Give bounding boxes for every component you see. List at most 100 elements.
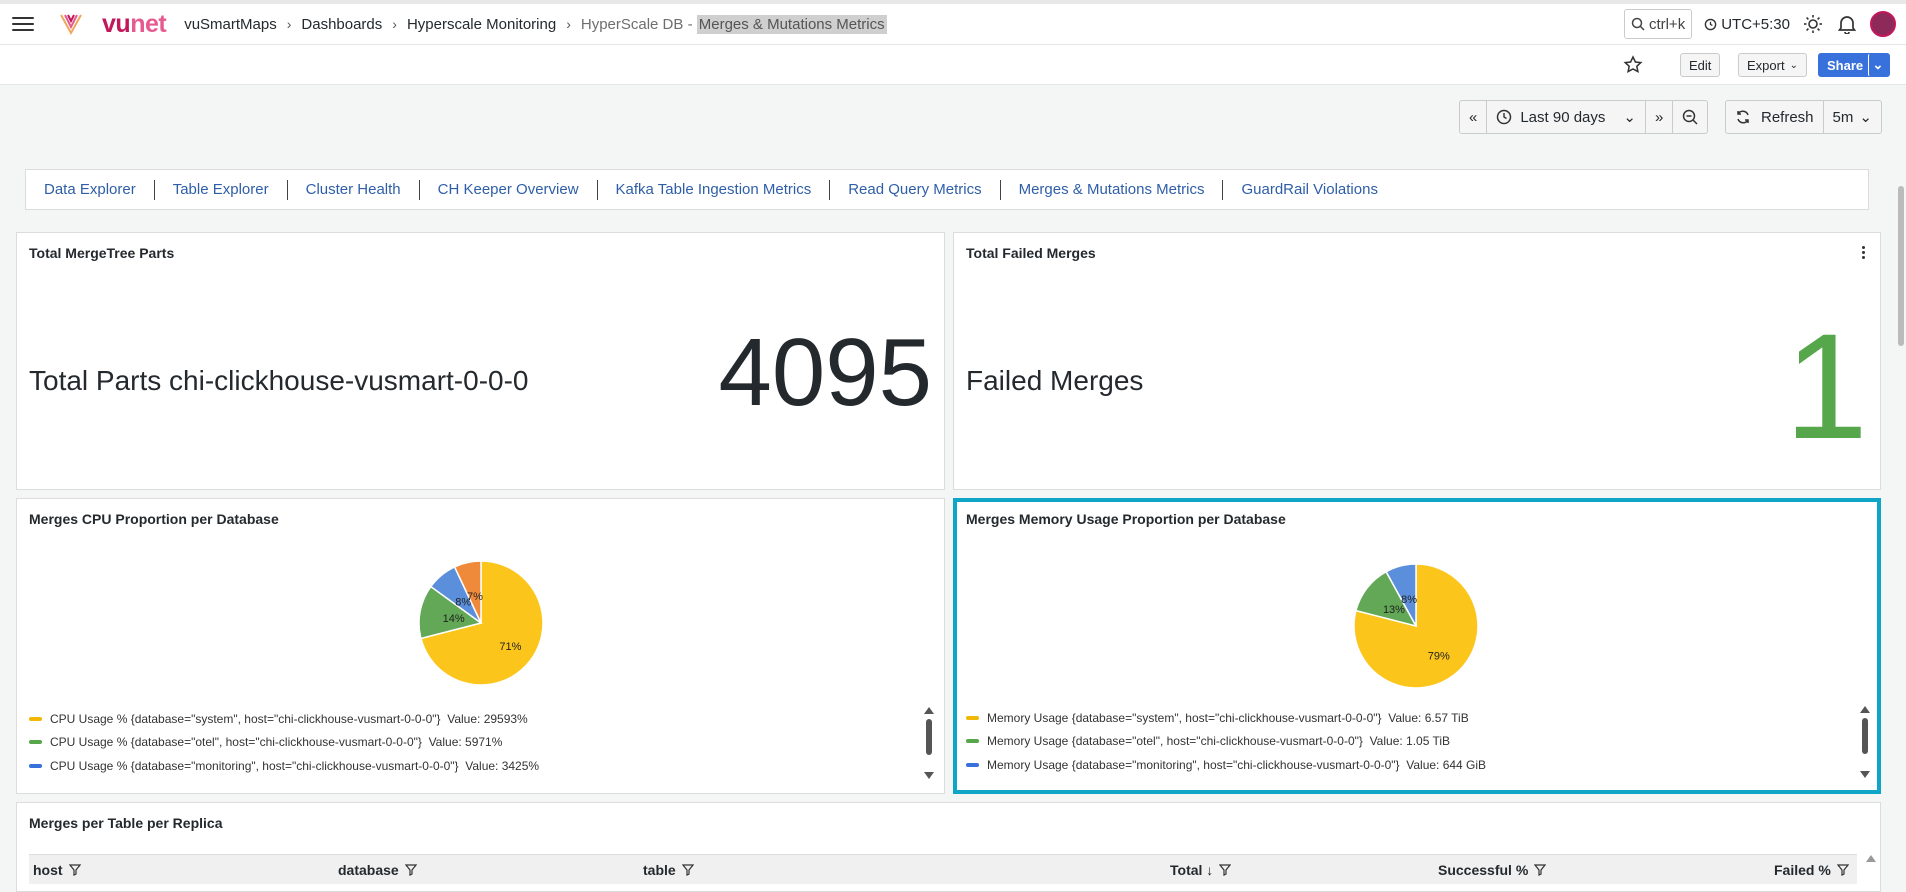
- memory-pie-chart: 79%13%8%: [1353, 563, 1479, 688]
- panel-menu-icon[interactable]: [1854, 243, 1872, 261]
- clock-icon: [1704, 18, 1717, 30]
- page-scrollbar[interactable]: [1896, 86, 1906, 879]
- scroll-thumb[interactable]: [926, 719, 932, 755]
- column-header-database[interactable]: database: [338, 862, 417, 878]
- search-button[interactable]: ctrl+k: [1623, 9, 1693, 39]
- theme-toggle-icon[interactable]: [1802, 13, 1824, 35]
- share-menu-chevron-icon[interactable]: ⌄: [1868, 53, 1888, 77]
- panel-merges-cpu-proportion[interactable]: Merges CPU Proportion per Database 71% 14…: [16, 498, 945, 794]
- tab-divider: [999, 179, 1001, 200]
- refresh-interval-label: 5m: [1832, 108, 1854, 126]
- tab-divider: [286, 179, 288, 200]
- refresh-interval-dropdown[interactable]: 5m ⌄: [1824, 101, 1881, 133]
- chevron-down-icon: ⌄: [1859, 109, 1872, 126]
- panel-total-mergetree-parts[interactable]: Total MergeTree Parts Total Parts chi-cl…: [16, 232, 945, 490]
- breadcrumb-separator-icon: ›: [286, 16, 292, 32]
- dashboard-toolbar: Edit Export ⌄ Share ⌄: [0, 45, 1906, 85]
- favorite-star-icon[interactable]: [1623, 55, 1643, 75]
- filter-icon[interactable]: [68, 863, 81, 876]
- tab-kafka-table-ingestion[interactable]: Kafka Table Ingestion Metrics: [616, 181, 812, 198]
- filter-icon[interactable]: [1219, 863, 1232, 876]
- legend-row[interactable]: Memory Usage {database="monitoring", hos…: [966, 753, 1486, 777]
- refresh-button[interactable]: Refresh: [1726, 101, 1824, 133]
- tab-divider: [1222, 179, 1224, 200]
- panel-title: Merges Memory Usage Proportion per Datab…: [966, 511, 1286, 527]
- column-header-table[interactable]: table: [643, 862, 694, 878]
- legend-scrollbar[interactable]: [1860, 706, 1870, 778]
- column-header-successful[interactable]: Successful %: [1438, 862, 1547, 878]
- panel-merges-memory-proportion[interactable]: Merges Memory Usage Proportion per Datab…: [953, 498, 1881, 794]
- filter-icon[interactable]: [681, 863, 694, 876]
- tab-divider: [418, 179, 420, 200]
- column-header-label: Total ↓: [1170, 861, 1214, 878]
- legend-row[interactable]: CPU Usage % {database="otel", host="chi-…: [29, 731, 539, 755]
- scroll-thumb[interactable]: [1862, 718, 1868, 754]
- export-button[interactable]: Export ⌄: [1738, 53, 1807, 77]
- legend-value: Value: 3425%: [465, 758, 540, 773]
- breadcrumb-vusmartmaps[interactable]: vuSmartMaps: [184, 16, 277, 33]
- edit-button[interactable]: Edit: [1680, 53, 1721, 77]
- notifications-bell-icon[interactable]: [1836, 13, 1858, 35]
- time-range-picker: « Last 90 days ⌄ »: [1459, 100, 1709, 134]
- page-scroll-thumb[interactable]: [1898, 186, 1904, 346]
- search-icon: [1631, 17, 1645, 31]
- scroll-up-icon[interactable]: [1860, 706, 1870, 713]
- vunet-logo-text[interactable]: vunet: [102, 10, 167, 39]
- mem-pie-slice-label-2: 8%: [1401, 594, 1417, 606]
- clock-icon: [1497, 109, 1512, 125]
- tab-read-query-metrics[interactable]: Read Query Metrics: [848, 181, 981, 198]
- tab-cluster-health[interactable]: Cluster Health: [306, 181, 401, 198]
- legend-row[interactable]: Memory Usage {database="system", host="c…: [966, 706, 1486, 730]
- breadcrumb-dashboards[interactable]: Dashboards: [301, 16, 382, 33]
- scroll-up-icon[interactable]: [924, 707, 934, 714]
- shift-back-icon[interactable]: «: [1460, 101, 1488, 133]
- scroll-down-icon[interactable]: [924, 772, 934, 779]
- tab-table-explorer[interactable]: Table Explorer: [173, 181, 269, 198]
- tab-divider: [596, 179, 598, 200]
- table-scroll-up-icon[interactable]: [1866, 855, 1876, 862]
- menu-icon[interactable]: [12, 17, 34, 31]
- breadcrumb-current-prefix: HyperScale DB -: [580, 15, 697, 33]
- tab-guardrail-violations[interactable]: GuardRail Violations: [1241, 181, 1377, 198]
- table-header: host database table Total ↓ Successful %…: [29, 854, 1857, 884]
- timezone-button[interactable]: UTC+5:30: [1704, 16, 1790, 33]
- breadcrumb-hyperscale-monitoring[interactable]: Hyperscale Monitoring: [407, 16, 556, 33]
- panel-total-failed-merges[interactable]: Total Failed Merges Failed Merges 1: [953, 232, 1881, 490]
- column-header-label: host: [33, 861, 63, 878]
- column-header-total[interactable]: Total ↓: [1170, 861, 1232, 878]
- tab-data-explorer[interactable]: Data Explorer: [44, 181, 136, 198]
- tab-ch-keeper-overview[interactable]: CH Keeper Overview: [438, 181, 579, 198]
- cpu-pie-slice-label-1: 14%: [443, 613, 465, 625]
- legend-value: Value: 644 GiB: [1406, 757, 1487, 772]
- stat-value: 4095: [718, 319, 932, 426]
- column-header-host[interactable]: host: [33, 862, 81, 878]
- panel-title: Merges per Table per Replica: [29, 815, 223, 831]
- shift-forward-icon[interactable]: »: [1646, 101, 1674, 133]
- column-header-failed[interactable]: Failed %: [1774, 862, 1849, 878]
- column-header-label: table: [643, 861, 676, 878]
- stat-label: Total Parts chi-clickhouse-vusmart-0-0-0: [29, 365, 529, 396]
- breadcrumb: vuSmartMaps › Dashboards › Hyperscale Mo…: [184, 14, 887, 34]
- cpu-pie-slice-label-0: 71%: [499, 641, 521, 653]
- scroll-down-icon[interactable]: [1860, 771, 1870, 778]
- cpu-pie-chart: 71%14%8%7%: [418, 560, 544, 686]
- legend-text: Memory Usage {database="otel", host="chi…: [987, 734, 1363, 749]
- time-range-button[interactable]: Last 90 days ⌄: [1487, 101, 1646, 133]
- time-range-label: Last 90 days: [1520, 108, 1606, 126]
- legend-row[interactable]: Memory Usage {database="otel", host="chi…: [966, 730, 1486, 754]
- filter-icon[interactable]: [404, 863, 417, 876]
- filter-icon[interactable]: [1836, 863, 1849, 876]
- legend-row[interactable]: CPU Usage % {database="monitoring", host…: [29, 754, 539, 778]
- legend-row[interactable]: CPU Usage % {database="system", host="ch…: [29, 707, 539, 731]
- top-navbar: vunet vuSmartMaps › Dashboards › Hypersc…: [0, 0, 1906, 45]
- filter-icon[interactable]: [1534, 863, 1547, 876]
- user-avatar[interactable]: [1870, 11, 1896, 37]
- legend-text: CPU Usage % {database="otel", host="chi-…: [50, 735, 422, 750]
- vunet-logo-icon[interactable]: [58, 11, 84, 37]
- zoom-out-icon[interactable]: [1673, 101, 1707, 133]
- chevron-down-icon: ⌄: [1623, 109, 1636, 126]
- share-button-label: Share: [1827, 57, 1864, 73]
- legend-scrollbar[interactable]: [924, 707, 934, 779]
- tab-merges-mutations-metrics[interactable]: Merges & Mutations Metrics: [1019, 181, 1205, 198]
- export-button-label: Export: [1747, 57, 1785, 73]
